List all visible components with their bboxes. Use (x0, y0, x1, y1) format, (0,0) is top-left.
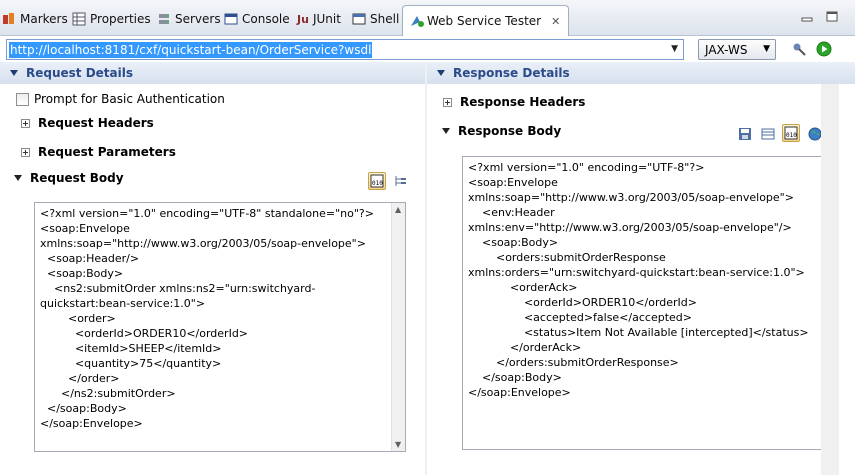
request-headers-label: Request Headers (38, 116, 154, 130)
response-panel: Response Details Response Headers Respon… (427, 62, 855, 475)
xml-source-view-icon[interactable]: 010 (368, 172, 386, 190)
request-panel: Request Details Prompt for Basic Authent… (0, 62, 425, 475)
request-body-label: Request Body (30, 171, 124, 185)
request-body-section[interactable]: Request Body (14, 171, 124, 185)
tab-servers[interactable]: Servers (157, 8, 221, 30)
shell-icon (352, 12, 366, 26)
tab-web-service-tester[interactable]: Web Service Tester ✕ (402, 5, 570, 36)
dropdown-arrow-icon[interactable]: ▼ (671, 44, 678, 54)
response-details-title: Response Details (453, 66, 570, 80)
tab-label: Markers (20, 12, 68, 26)
prompt-auth-checkbox-row[interactable]: Prompt for Basic Authentication (16, 92, 225, 106)
markers-icon (2, 12, 16, 26)
expand-plus-icon[interactable] (443, 97, 452, 107)
tab-label: JUnit (312, 12, 341, 26)
expand-plus-icon[interactable] (21, 118, 30, 128)
properties-icon (72, 12, 86, 26)
svg-text:010: 010 (372, 180, 383, 187)
protocol-value: JAX-WS (705, 42, 748, 57)
response-body-text[interactable]: <?xml version="1.0" encoding="UTF-8"?> <… (463, 157, 838, 403)
xml-source-view-icon[interactable]: 010 (782, 124, 800, 142)
request-body-scrollbar[interactable]: ▲ ▼ (391, 203, 405, 451)
request-details-title: Request Details (26, 66, 134, 80)
response-body-editor[interactable]: <?xml version="1.0" encoding="UTF-8"?> <… (462, 156, 839, 450)
request-parameters-label: Request Parameters (38, 145, 176, 159)
run-icon[interactable] (815, 40, 833, 58)
request-headers-section[interactable]: Request Headers (21, 116, 154, 130)
maximize-icon[interactable] (826, 11, 838, 22)
response-details-header[interactable]: Response Details (427, 62, 855, 84)
tab-markers[interactable]: Markers (2, 8, 68, 30)
wsdl-url-input[interactable]: http://localhost:8181/cxf/quickstart-bea… (9, 41, 373, 58)
tab-junit[interactable]: Ju JUnit (297, 8, 341, 30)
scroll-down-icon[interactable]: ▼ (395, 440, 401, 449)
response-headers-label: Response Headers (460, 95, 586, 109)
response-body-section[interactable]: Response Body (442, 124, 561, 138)
wsdl-url-combo[interactable]: http://localhost:8181/cxf/quickstart-bea… (6, 39, 684, 60)
tab-console[interactable]: Console (224, 8, 290, 30)
request-parameters-section[interactable]: Request Parameters (21, 145, 176, 159)
minimize-icon[interactable] (801, 11, 813, 22)
tab-label: Servers (175, 12, 221, 26)
tab-shell[interactable]: Shell (352, 8, 399, 30)
expand-plus-icon[interactable] (21, 147, 30, 157)
chevron-down-icon: ▼ (763, 44, 770, 54)
collapse-triangle-icon (14, 175, 22, 181)
servers-icon (157, 12, 171, 26)
collapse-triangle-icon (10, 70, 18, 76)
scroll-up-icon[interactable]: ▲ (395, 205, 401, 214)
collapse-triangle-icon (437, 70, 445, 76)
url-toolbar: http://localhost:8181/cxf/quickstart-bea… (0, 36, 855, 62)
table-view-icon[interactable] (759, 125, 777, 143)
request-body-text[interactable]: <?xml version="1.0" encoding="UTF-8" sta… (35, 203, 405, 434)
tab-label: Properties (90, 12, 151, 26)
response-panel-scrollbar[interactable] (821, 84, 839, 475)
response-headers-section[interactable]: Response Headers (443, 95, 585, 109)
console-icon (224, 12, 238, 26)
response-body-label: Response Body (458, 124, 562, 138)
tab-label: Shell (370, 12, 400, 26)
prompt-auth-label: Prompt for Basic Authentication (34, 92, 225, 106)
collapse-triangle-icon (442, 128, 450, 134)
view-tab-bar: Markers Properties Servers Console Ju JU… (0, 0, 855, 36)
tab-label: Console (242, 12, 290, 26)
tree-view-icon[interactable] (391, 172, 409, 190)
save-icon[interactable] (736, 125, 754, 143)
junit-icon: Ju (297, 12, 309, 26)
svg-text:010: 010 (786, 132, 797, 139)
settings-wand-icon[interactable] (790, 40, 808, 58)
tab-label: Web Service Tester (427, 14, 542, 28)
request-body-editor[interactable]: <?xml version="1.0" encoding="UTF-8" sta… (34, 202, 406, 452)
web-service-tester-icon (409, 14, 424, 28)
close-icon[interactable]: ✕ (551, 15, 560, 28)
prompt-auth-checkbox[interactable] (16, 92, 29, 106)
protocol-select[interactable]: JAX-WS ▼ (698, 39, 776, 60)
tab-properties[interactable]: Properties (72, 8, 151, 30)
request-details-header[interactable]: Request Details (0, 62, 425, 84)
